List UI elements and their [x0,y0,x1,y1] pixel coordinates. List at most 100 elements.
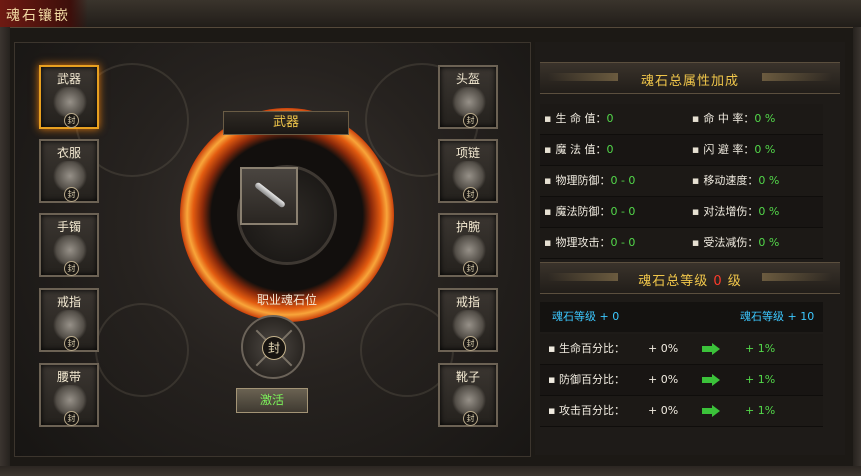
slot-necklace[interactable]: 项链 封 [438,139,498,203]
stat-name: 闪 避 率： [703,143,755,156]
slot-belt[interactable]: 腰带 封 [39,363,99,427]
bullet-icon: ▪ [544,174,552,187]
bonus-next: + 1% [745,342,776,355]
table-row: ▪ 物理防御：0 - 0 ▪ 移动速度：0 % [540,166,823,197]
table-row: ▪ 物理攻击：0 - 0 ▪ 受法减伤：0 % [540,228,823,259]
slot-label: 戒指 [56,295,81,309]
table-row: ▪ 魔 法 值：0 ▪ 闪 避 率：0 % [540,135,823,166]
stat-name: 受法减伤： [703,236,759,249]
bonus-name: ▪ 生命百分比： [548,334,625,364]
bonus-label: 攻击百分比： [558,404,625,417]
frame-left [0,27,10,467]
seal-icon: 封 [463,411,478,426]
total-level-prefix: 魂石总等级 [638,274,709,289]
dragon-ornament-bottom-left [95,303,189,397]
activate-button[interactable]: 激活 [236,388,308,413]
slot-label: 手镯 [56,220,81,234]
stat-name: 移动速度： [703,174,759,187]
stat-value: 0 [606,112,614,125]
stat-cell: ▪ 魔 法 值：0 [540,135,692,165]
stat-value: 0 % [758,174,780,187]
total-level-header: 魂石总等级 0 级 [540,262,840,294]
activate-button-label: 激活 [259,393,284,407]
stat-value: 0 % [754,112,776,125]
bullet-icon: ▪ [544,205,552,218]
table-row: ▪ 攻击百分比： + 0% + 1% [540,396,823,427]
center-slot-title: 武器 [272,115,299,130]
seal-icon: 封 [463,113,478,128]
center-weapon-slot[interactable] [240,167,298,225]
bullet-icon: ▪ [548,373,559,386]
seal-icon: 封 [463,336,478,351]
slot-label: 头盔 [455,72,480,86]
stat-name: 物理攻击： [555,236,611,249]
center-slot-header: 武器 [223,111,349,135]
total-level-value: 0 [713,274,723,289]
frame-bottom [0,466,861,476]
job-soulstone-label: 职业魂石位 [256,293,317,307]
total-attributes-header: 魂石总属性加成 [540,62,840,94]
title-bar: 魂石镶嵌 [0,0,861,28]
stat-value: 0 [606,143,614,156]
bullet-icon: ▪ [544,236,552,249]
bullet-icon: ▪ [544,112,552,125]
seal-icon: 封 [64,261,79,276]
slot-ring-left[interactable]: 戒指 封 [39,288,99,352]
level-bonus-table: ▪ 生命百分比： + 0% + 1% ▪ 防御百分比： + 0% + 1% ▪ … [540,334,823,427]
slot-label: 项链 [455,146,480,160]
bonus-label: 防御百分比： [558,373,625,386]
level-compare-bar: 魂石等级 + 0 魂石等级 + 10 [540,302,823,332]
stat-cell: ▪ 生 命 值：0 [540,104,692,134]
slot-helmet[interactable]: 头盔 封 [438,65,498,129]
stat-name: 命 中 率： [703,112,755,125]
equipment-panel: 武器 封 衣服 封 手镯 封 戒指 封 腰带 封 头盔 封 项链 封 护腕 封 … [14,42,531,457]
stat-cell: ▪ 移动速度：0 % [692,166,823,196]
total-attributes-table: ▪ 生 命 值：0 ▪ 命 中 率：0 % ▪ 魔 法 值：0 ▪ 闪 避 率：0 % … [540,104,823,259]
seal-icon: 封 [64,411,79,426]
table-row: ▪ 魔法防御：0 - 0 ▪ 对法增伤：0 % [540,197,823,228]
bullet-icon: ▪ [691,174,700,187]
stat-cell: ▪ 受法减伤：0 % [692,228,823,258]
frame-right [853,27,861,467]
stat-cell: ▪ 命 中 率：0 % [692,104,823,134]
seal-icon: 封 [262,336,286,360]
slot-bracelet[interactable]: 手镯 封 [39,213,99,277]
bonus-label: 生命百分比： [558,342,625,355]
slot-label: 靴子 [455,370,480,384]
window-title: 魂石镶嵌 [6,8,70,24]
bullet-icon: ▪ [691,236,700,249]
total-attributes-title: 魂石总属性加成 [640,74,739,89]
total-level-suffix: 级 [727,274,742,289]
seal-icon: 封 [463,261,478,276]
stat-value: 0 - 0 [610,174,636,187]
slot-label: 腰带 [56,370,81,384]
sword-icon [253,181,287,209]
slot-wristguard[interactable]: 护腕 封 [438,213,498,277]
bonus-name: ▪ 防御百分比： [548,365,625,395]
seal-icon: 封 [64,187,79,202]
slot-label: 护腕 [455,220,480,234]
bonus-current: + 0% [648,404,679,417]
stat-value: 0 % [758,236,780,249]
table-row: ▪ 生命百分比： + 0% + 1% [540,334,823,365]
stat-name: 魔 法 值： [555,143,607,156]
bonus-current: + 0% [648,342,679,355]
seal-icon: 封 [64,336,79,351]
slot-label: 衣服 [56,146,81,160]
job-soulstone-slot[interactable]: 封 [241,315,305,379]
bullet-icon: ▪ [548,342,559,355]
bullet-icon: ▪ [544,143,552,156]
slot-weapon[interactable]: 武器 封 [39,65,99,129]
stat-name: 对法增伤： [703,205,759,218]
stat-value: 0 % [758,205,780,218]
stat-cell: ▪ 物理防御：0 - 0 [540,166,692,196]
stat-value: 0 - 0 [610,236,636,249]
stat-value: 0 % [754,143,776,156]
stat-cell: ▪ 对法增伤：0 % [692,197,823,227]
slot-ring-right[interactable]: 戒指 封 [438,288,498,352]
seal-icon: 封 [64,113,79,128]
bonus-current: + 0% [648,373,679,386]
stat-value: 0 - 0 [610,205,636,218]
slot-clothes[interactable]: 衣服 封 [39,139,99,203]
slot-boots[interactable]: 靴子 封 [438,363,498,427]
